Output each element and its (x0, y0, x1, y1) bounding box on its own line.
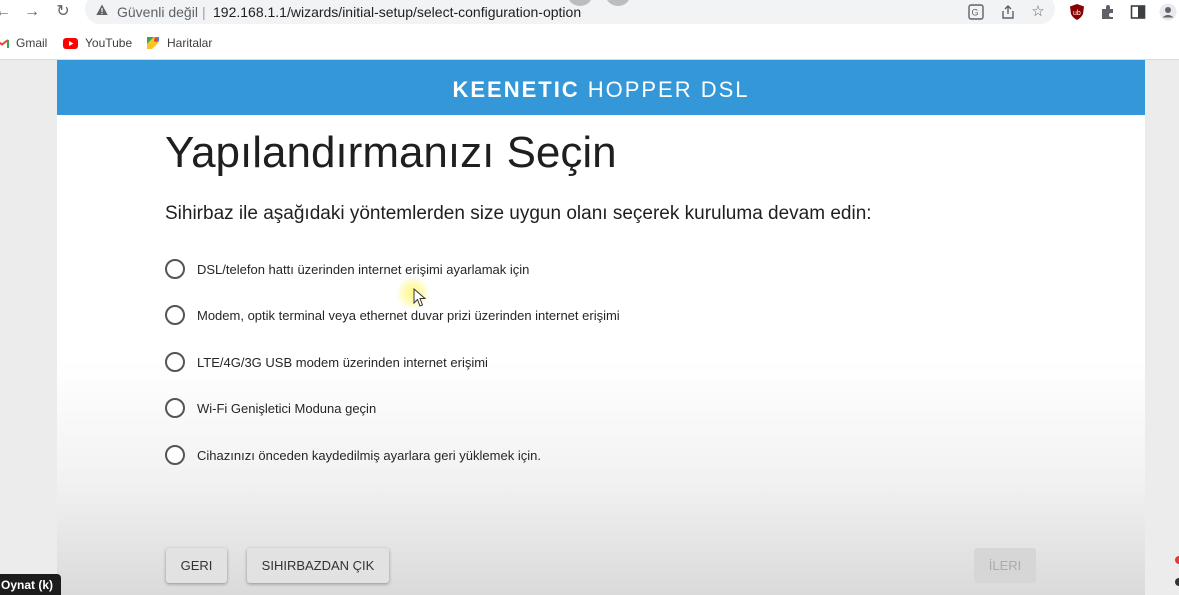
overlay-circle (605, 0, 631, 6)
address-bar[interactable]: Güvenli değil | 192.168.1.1/wizards/init… (85, 0, 1055, 24)
extensions-icon[interactable] (1098, 2, 1118, 22)
bookmark-maps[interactable]: Haritalar (146, 35, 212, 51)
exit-wizard-button[interactable]: SIHIRBAZDAN ÇIK (247, 548, 389, 583)
radio-button[interactable] (165, 398, 185, 418)
maps-icon (147, 37, 159, 49)
url-text[interactable]: 192.168.1.1/wizards/initial-setup/select… (213, 4, 581, 20)
back-button[interactable]: GERI (166, 548, 227, 583)
brand-model: HOPPER DSL (587, 77, 750, 102)
svg-text:ub: ub (1073, 10, 1081, 17)
bookmark-youtube[interactable]: YouTube (63, 35, 132, 51)
page-title: Yapılandırmanızı Seçin (165, 128, 617, 177)
svg-text:G: G (972, 8, 979, 18)
bookmark-label: Haritalar (167, 36, 213, 50)
gmail-icon (0, 38, 9, 48)
radio-button[interactable] (165, 352, 185, 372)
wizard-page: KEENETIC HOPPER DSL Yapılandırmanızı Seçi… (57, 60, 1145, 595)
option-label: Modem, optik terminal veya ethernet duva… (197, 307, 620, 323)
browser-toolbar: ← → ↻ Güvenli değil | 192.168.1.1/wizard… (0, 0, 1179, 26)
page-subtitle: Sihirbaz ile aşağıdaki yöntemlerden size… (165, 203, 872, 224)
ublock-icon[interactable]: ub (1067, 2, 1087, 22)
bookmarks-bar: Gmail YouTube Haritalar (0, 26, 1179, 60)
star-icon[interactable]: ☆ (1028, 2, 1048, 22)
warning-icon (96, 4, 108, 15)
radio-button[interactable] (165, 445, 185, 465)
address-separator: | (202, 4, 206, 20)
option-restore[interactable]: Cihazınızı önceden kaydedilmiş ayarlara … (165, 444, 541, 466)
translate-icon[interactable]: G (966, 2, 986, 22)
next-button[interactable]: İLERI (974, 548, 1036, 583)
bookmark-label: YouTube (85, 36, 133, 50)
side-panel-icon[interactable] (1128, 2, 1148, 22)
radio-button[interactable] (165, 305, 185, 325)
option-label: LTE/4G/3G USB modem üzerinden internet e… (197, 354, 488, 370)
option-label: DSL/telefon hattı üzerinden internet eri… (197, 261, 530, 277)
play-tooltip: Oynat (k) (0, 574, 62, 595)
bookmark-gmail[interactable]: Gmail (0, 35, 47, 51)
option-ethernet[interactable]: Modem, optik terminal veya ethernet duva… (165, 304, 620, 326)
bookmark-label: Gmail (16, 36, 48, 50)
forward-icon[interactable]: → (22, 2, 42, 22)
brand-logo: KEENETIC HOPPER DSL (57, 77, 1145, 103)
page-header: KEENETIC HOPPER DSL (57, 60, 1145, 115)
option-label: Cihazınızı önceden kaydedilmiş ayarlara … (197, 447, 541, 463)
player-edge-icon (1175, 556, 1179, 586)
profile-icon[interactable] (1158, 2, 1178, 22)
radio-button[interactable] (165, 259, 185, 279)
brand-name: KEENETIC (452, 77, 580, 102)
option-dsl[interactable]: DSL/telefon hattı üzerinden internet eri… (165, 258, 529, 280)
reload-icon[interactable]: ↻ (53, 2, 73, 22)
youtube-icon (63, 37, 78, 49)
share-icon[interactable] (998, 2, 1018, 22)
mouse-cursor-icon (413, 288, 427, 307)
option-wifi-extender[interactable]: Wi-Fi Genişletici Moduna geçin (165, 397, 376, 419)
back-icon[interactable]: ← (0, 2, 13, 22)
option-usb-modem[interactable]: LTE/4G/3G USB modem üzerinden internet e… (165, 351, 488, 373)
security-label[interactable]: Güvenli değil (117, 4, 198, 20)
option-label: Wi-Fi Genişletici Moduna geçin (197, 400, 377, 416)
